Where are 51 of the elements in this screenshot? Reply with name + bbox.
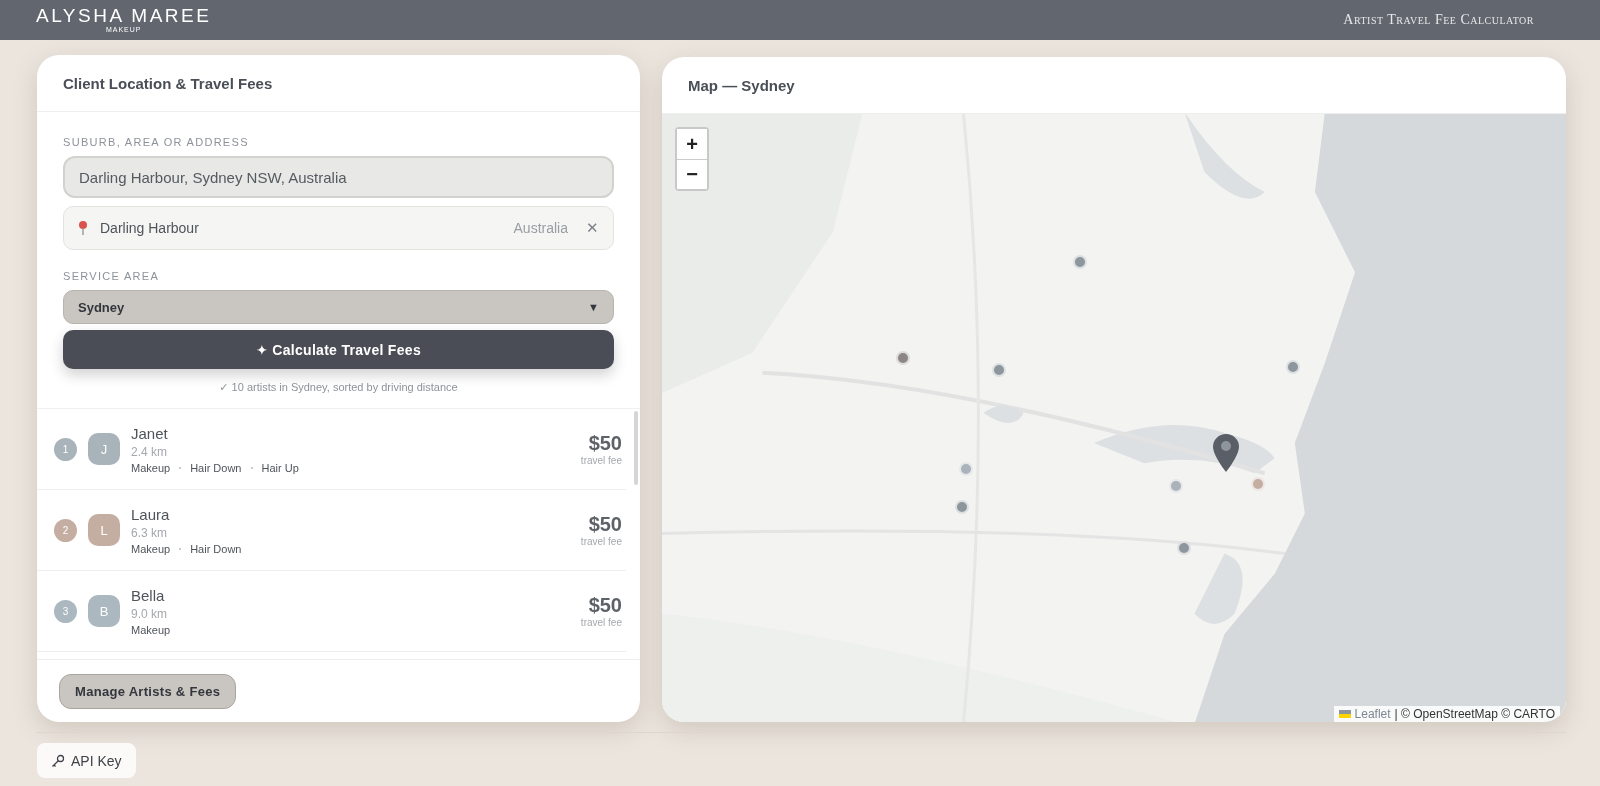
zoom-out-button[interactable]: − <box>677 159 707 189</box>
artist-row[interactable]: 3 B Bella 9.0 km Makeup $50 travel fee <box>37 571 626 652</box>
leaflet-link[interactable]: Leaflet <box>1338 707 1391 721</box>
service-tag: Hair Down <box>190 542 242 555</box>
suggestion-name: Darling Harbour <box>100 220 200 236</box>
artist-name: Janet <box>131 424 169 442</box>
rank-badge: 1 <box>54 437 77 461</box>
app-title: Artist Travel Fee Calculator <box>1343 12 1534 28</box>
area-select[interactable]: Sydney ▼ <box>63 290 614 324</box>
fee-amount: $50 <box>588 432 622 455</box>
artist-row[interactable]: 2 L Laura 6.3 km Makeup Hair Down $50 travel fee <box>37 490 626 571</box>
card-title: Map — Sydney <box>688 76 795 94</box>
status-text: ✓ 10 artists in Sydney, sorted by driving distance <box>219 381 458 394</box>
calculate-button[interactable]: ✦ Calculate Travel Fees <box>63 330 614 369</box>
service-tag: Makeup <box>131 623 171 636</box>
artist-avatar: B <box>88 595 120 627</box>
service-tag: Hair Up <box>261 461 299 474</box>
card-title: Client Location & Travel Fees <box>63 74 273 92</box>
fee-label: travel fee <box>580 536 622 547</box>
field-label: SERVICE AREA <box>63 270 161 282</box>
clear-button[interactable]: ✕ <box>580 219 599 237</box>
key-icon <box>51 753 65 768</box>
artist-distance: 6.3 km <box>131 525 168 540</box>
fee-amount: $50 <box>588 594 622 617</box>
artist-avatar: L <box>88 514 120 546</box>
artist-distance: 2.4 km <box>131 444 168 459</box>
pin-icon <box>78 221 88 235</box>
fee-amount: $50 <box>588 513 622 536</box>
artist-name: Bella <box>131 586 166 604</box>
brand-name: ALYSHA MAREE <box>36 6 212 26</box>
artist-distance: 9.0 km <box>131 606 168 621</box>
rank-badge: 3 <box>54 599 77 623</box>
fee-label: travel fee <box>580 455 622 466</box>
artist-avatar: J <box>88 433 120 465</box>
service-tag: Makeup <box>131 461 171 474</box>
rank-badge: 2 <box>54 518 77 542</box>
location-pin-icon[interactable] <box>1213 434 1239 472</box>
suggestion-item[interactable]: Darling Harbour Australia ✕ <box>63 206 614 250</box>
address-field[interactable]: Darling Harbour, Sydney NSW, Australia <box>63 156 614 198</box>
artist-row[interactable]: 1 J Janet 2.4 km Makeup Hair Down Hair Up $50 travel fee <box>37 409 626 490</box>
scrollbar[interactable] <box>634 411 638 485</box>
service-tag: Makeup <box>131 542 171 555</box>
map-attribution: | © OpenStreetMap © CARTO <box>1394 707 1555 721</box>
fee-label: travel fee <box>580 617 622 628</box>
service-tag: Hair Down <box>190 461 242 474</box>
api-key-button[interactable]: API Key <box>37 743 136 778</box>
artist-name: Laura <box>131 505 171 523</box>
suggestion-country: Australia <box>513 220 568 236</box>
flag-icon <box>1338 710 1351 718</box>
field-label: SUBURB, AREA OR ADDRESS <box>63 136 250 148</box>
manage-button[interactable]: Manage Artists & Fees <box>59 673 237 709</box>
